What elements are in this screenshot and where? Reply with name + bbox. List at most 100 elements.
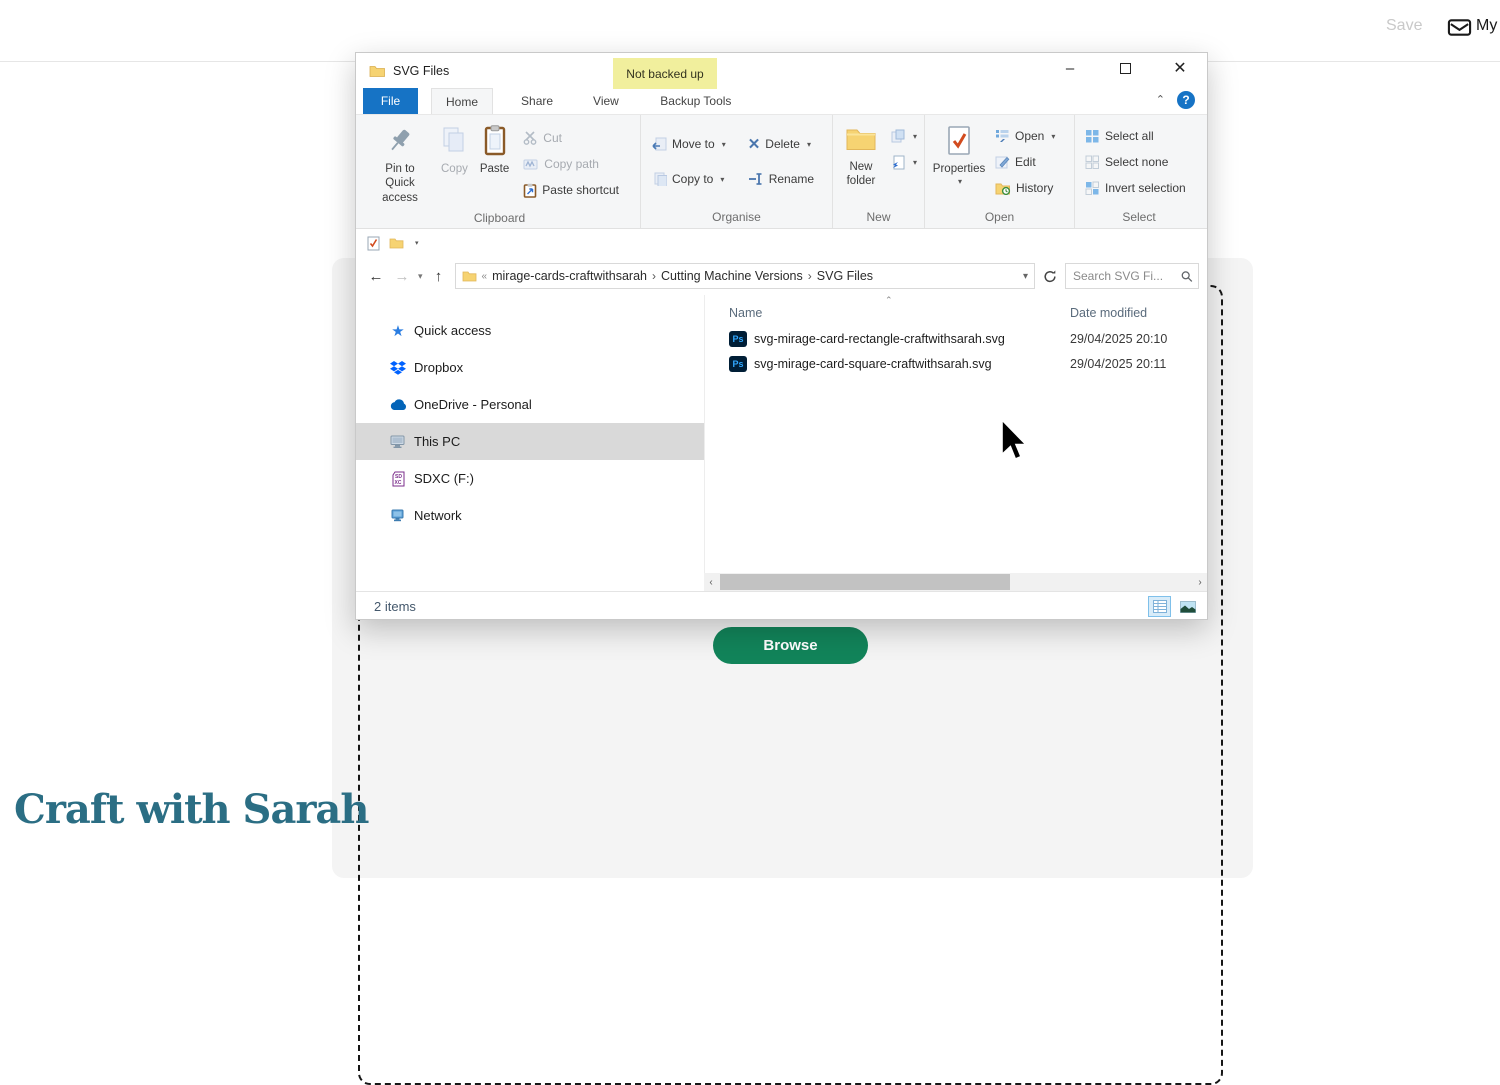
copy-to-icon	[651, 172, 667, 186]
scroll-left-icon[interactable]: ‹	[704, 573, 718, 591]
copy-button[interactable]: Copy	[435, 119, 474, 180]
qat-folder-icon[interactable]	[389, 237, 404, 249]
minimize-icon[interactable]: –	[1053, 53, 1087, 83]
file-list-pane[interactable]: ⌃ Name Date modified Ps svg-mirage-card-…	[704, 295, 1207, 573]
qat-customize-icon[interactable]: ▾	[415, 239, 419, 247]
save-button[interactable]: Save	[1386, 17, 1422, 35]
file-row[interactable]: Ps svg-mirage-card-rectangle-craftwithsa…	[705, 327, 1207, 352]
search-icon[interactable]	[1181, 270, 1193, 283]
mouse-cursor	[1000, 420, 1026, 462]
new-folder-button[interactable]: New folder	[839, 119, 883, 193]
search-input[interactable]	[1073, 269, 1181, 283]
address-bar: ← → ▾ ↑ « mirage-cards-craftwithsarah › …	[356, 257, 1207, 295]
svg-text:XC: XC	[394, 480, 401, 486]
properties-button[interactable]: Properties ▾	[931, 119, 987, 190]
crumb-overflow-icon[interactable]: «	[482, 271, 488, 282]
edit-button[interactable]: Edit	[991, 149, 1059, 175]
window-title: SVG Files	[393, 64, 449, 78]
status-bar: 2 items	[356, 591, 1207, 621]
horizontal-scrollbar[interactable]: ‹ ›	[704, 573, 1207, 591]
item-count: 2 items	[374, 599, 416, 614]
ribbon-group-open: Properties ▾ Open▾	[925, 115, 1075, 228]
sidebar-item-sdxc[interactable]: SD XC SDXC (F:)	[356, 460, 704, 497]
rename-button[interactable]: Rename	[744, 166, 818, 192]
account-menu[interactable]: My	[1476, 17, 1497, 35]
history-button[interactable]: History	[991, 175, 1059, 201]
easy-access-icon	[891, 155, 906, 170]
up-icon[interactable]: ↑	[429, 268, 449, 285]
easy-access-button[interactable]: ▾	[887, 153, 921, 171]
sidebar-item-dropbox[interactable]: Dropbox	[356, 349, 704, 386]
ribbon-group-new: New folder ▾ ▾	[833, 115, 925, 228]
refresh-icon[interactable]	[1041, 269, 1059, 284]
invert-selection-icon	[1085, 181, 1100, 196]
cut-button[interactable]: Cut	[519, 125, 623, 151]
paste-button[interactable]: Paste	[474, 119, 515, 180]
open-icon	[995, 129, 1010, 143]
pin-to-quick-access-button[interactable]: Pin to Quick access	[365, 119, 435, 209]
scrollbar-thumb[interactable]	[720, 574, 1010, 590]
delete-button[interactable]: ✕ Delete▾	[744, 131, 818, 157]
ribbon: Pin to Quick access Copy	[356, 114, 1207, 229]
crumb-parent[interactable]: Cutting Machine Versions	[661, 269, 803, 283]
invert-selection-button[interactable]: Invert selection	[1081, 175, 1190, 201]
search-box[interactable]	[1065, 263, 1199, 289]
open-button[interactable]: Open▾	[991, 123, 1059, 149]
group-label-open: Open	[931, 208, 1068, 228]
close-icon[interactable]: ✕	[1163, 53, 1197, 83]
address-dropdown-icon[interactable]: ▾	[1023, 271, 1028, 282]
navigation-pane: ★ Quick access Dropbox OneDrive - Person…	[356, 295, 704, 573]
paste-shortcut-button[interactable]: Paste shortcut	[519, 177, 623, 203]
group-label-new: New	[839, 208, 918, 228]
maximize-icon[interactable]	[1108, 53, 1142, 83]
tab-view[interactable]: View	[579, 88, 633, 114]
column-header-name[interactable]: Name	[729, 306, 762, 320]
thumbnail-view-icon	[1180, 601, 1196, 613]
details-view-icon	[1153, 600, 1167, 613]
breadcrumb[interactable]: « mirage-cards-craftwithsarah › Cutting …	[455, 263, 1035, 289]
window-titlebar[interactable]: SVG Files – ✕	[356, 53, 1207, 88]
select-none-button[interactable]: Select none	[1081, 149, 1190, 175]
select-all-button[interactable]: Select all	[1081, 123, 1190, 149]
ribbon-group-organise: Move to▾ Copy to▾ ✕	[641, 115, 833, 228]
sidebar-item-onedrive[interactable]: OneDrive - Personal	[356, 386, 704, 423]
delete-icon: ✕	[748, 137, 761, 152]
collapse-ribbon-icon[interactable]: ⌃	[1156, 93, 1165, 106]
thumbnail-view-button[interactable]	[1176, 596, 1199, 617]
group-label-organise: Organise	[647, 208, 826, 228]
photoshop-file-icon: Ps	[729, 331, 747, 347]
file-row[interactable]: Ps svg-mirage-card-square-craftwithsarah…	[705, 352, 1207, 377]
move-to-button[interactable]: Move to▾	[647, 131, 730, 157]
recent-locations-icon[interactable]: ▾	[418, 271, 423, 282]
scroll-right-icon[interactable]: ›	[1193, 573, 1207, 591]
cut-icon	[523, 131, 538, 145]
tab-file[interactable]: File	[363, 88, 418, 114]
envelope-icon[interactable]	[1447, 15, 1472, 39]
sidebar-item-this-pc[interactable]: This PC	[356, 423, 704, 460]
copy-to-button[interactable]: Copy to▾	[647, 166, 730, 192]
file-explorer-window: SVG Files – ✕ Not backed up File Home Sh…	[355, 52, 1208, 620]
tab-backup-tools[interactable]: Backup Tools	[644, 88, 748, 114]
rename-icon	[748, 172, 764, 186]
qat-properties-icon[interactable]	[367, 236, 380, 251]
paste-shortcut-icon	[523, 183, 537, 198]
details-view-button[interactable]	[1148, 596, 1171, 617]
back-icon[interactable]: ←	[366, 268, 386, 285]
folder-icon	[369, 64, 386, 78]
sidebar-item-network[interactable]: Network	[356, 497, 704, 534]
sidebar-item-quick-access[interactable]: ★ Quick access	[356, 312, 704, 349]
column-header-date-modified[interactable]: Date modified	[1070, 306, 1147, 320]
tab-home[interactable]: Home	[431, 88, 493, 114]
ribbon-group-select: Select all Select none	[1075, 115, 1203, 228]
new-item-button[interactable]: ▾	[887, 127, 921, 145]
copy-path-button[interactable]: Copy path	[519, 151, 623, 177]
tab-share[interactable]: Share	[507, 88, 567, 114]
help-icon[interactable]: ?	[1177, 91, 1195, 109]
browse-button[interactable]: Browse	[713, 627, 868, 664]
crumb-sep-icon: ›	[652, 269, 656, 283]
dropbox-icon	[389, 360, 407, 376]
ribbon-tabs: File Home Share View Backup Tools ⌃ ?	[356, 88, 1207, 114]
crumb-current[interactable]: SVG Files	[817, 269, 873, 283]
forward-icon[interactable]: →	[392, 268, 412, 285]
crumb-root[interactable]: mirage-cards-craftwithsarah	[492, 269, 647, 283]
